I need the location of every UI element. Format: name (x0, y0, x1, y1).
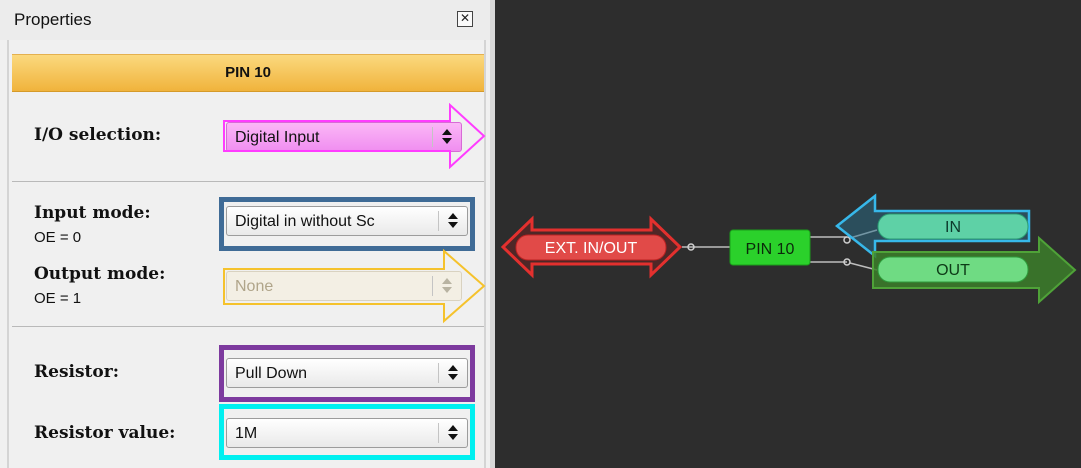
panel-border (7, 40, 9, 468)
in-label: IN (945, 219, 961, 236)
panel-titlebar: Properties ✕ (0, 0, 490, 40)
io-selection-label: I/O selection: (34, 125, 162, 145)
schematic-drawing: EXT. IN/OUT PIN 10 IN OUT (500, 193, 1077, 305)
section-divider (12, 181, 484, 182)
io-selection-highlight-arrow (223, 103, 486, 169)
input-mode-highlight (219, 197, 475, 251)
resistor-value-label: Resistor value: (34, 423, 176, 443)
properties-panel: Properties ✕ PIN 10 I/O selection: Digit… (0, 0, 490, 468)
resistor-value-highlight (219, 404, 475, 460)
input-mode-label: Input mode: (34, 203, 151, 223)
pin-header: PIN 10 (12, 54, 484, 92)
resistor-highlight (219, 345, 475, 402)
output-mode-oe: OE = 1 (34, 290, 82, 307)
input-mode-oe: OE = 0 (34, 229, 82, 246)
resistor-label: Resistor: (34, 362, 119, 382)
ext-io-label: EXT. IN/OUT (545, 240, 638, 257)
panel-title: Properties (14, 10, 92, 29)
output-mode-highlight-arrow (223, 249, 486, 324)
connector-node (843, 236, 851, 244)
output-mode-label: Output mode: (34, 264, 166, 284)
section-divider (12, 326, 484, 327)
close-icon[interactable]: ✕ (457, 11, 473, 27)
out-label: OUT (936, 262, 970, 279)
schematic-canvas: EXT. IN/OUT PIN 10 IN OUT (495, 0, 1081, 468)
pin-label: PIN 10 (746, 241, 795, 258)
